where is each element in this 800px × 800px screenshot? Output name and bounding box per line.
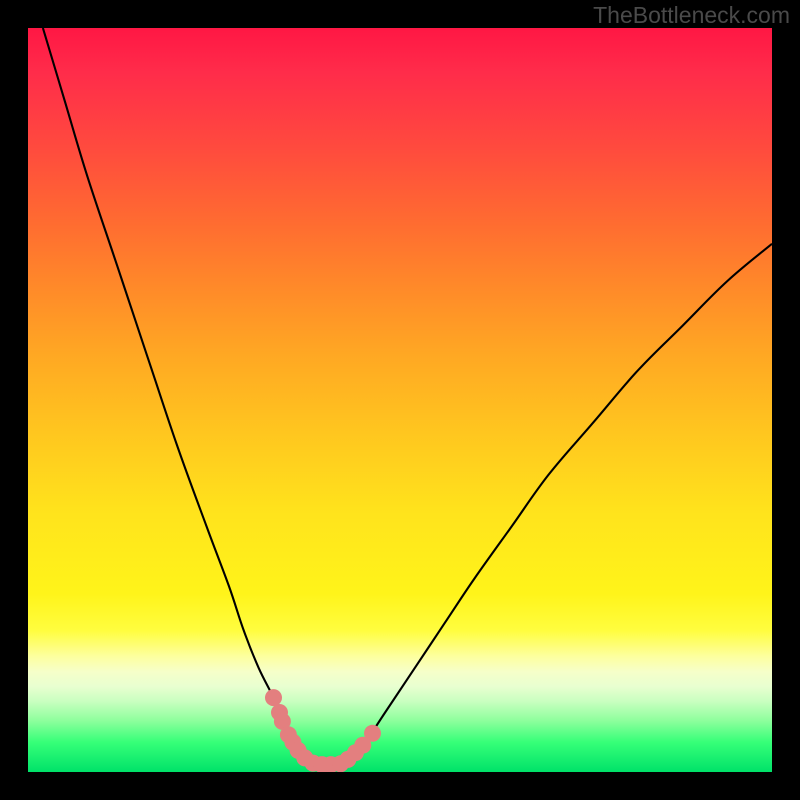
watermark-text: TheBottleneck.com (593, 2, 790, 29)
data-point (265, 689, 282, 706)
data-point (364, 725, 381, 742)
bottleneck-chart-svg (28, 28, 772, 772)
chart-frame: TheBottleneck.com (0, 0, 800, 800)
chart-plot-area (28, 28, 772, 772)
bottleneck-curve (43, 28, 772, 765)
data-points-group (265, 689, 381, 772)
